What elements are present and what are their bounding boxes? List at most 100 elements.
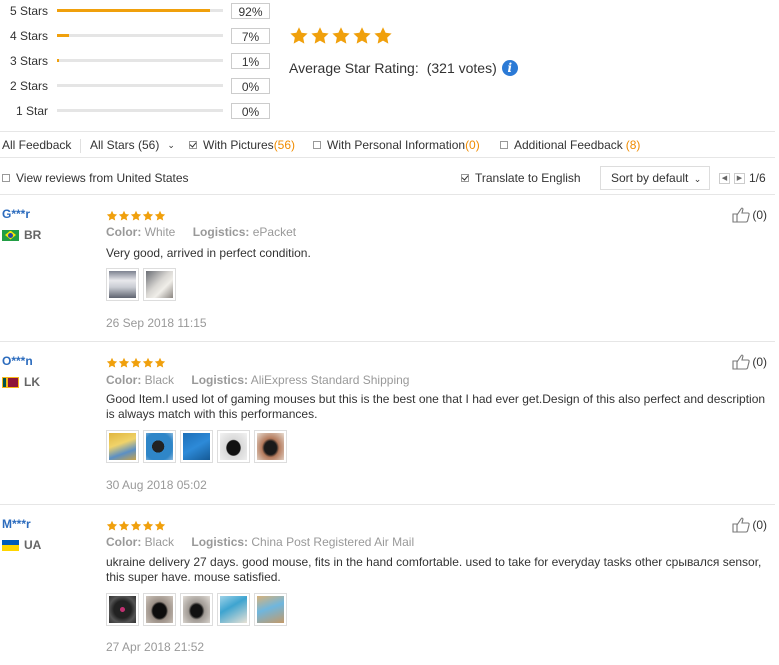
review-stars — [106, 210, 166, 222]
rating-bar-5[interactable] — [57, 9, 223, 12]
average-rating-label: Average Star Rating: — [289, 60, 419, 76]
rating-label-2[interactable]: 2 Stars — [0, 79, 48, 93]
page-indicator: 1/6 — [749, 171, 766, 185]
all-stars-label: All Stars (56) — [90, 138, 160, 152]
filter-all-feedback[interactable]: All Feedback — [2, 138, 71, 152]
review-photo-thumbnail[interactable] — [180, 593, 213, 626]
star-icon — [106, 357, 118, 368]
helpful-count: (0) — [752, 355, 767, 369]
country-code: BR — [24, 228, 42, 242]
rating-bar-2[interactable] — [57, 84, 223, 87]
review-photo-thumbnail[interactable] — [254, 593, 287, 626]
review-photo-thumbnail[interactable] — [180, 430, 213, 463]
review-stars — [106, 357, 166, 369]
rating-percent-5: 92% — [231, 3, 270, 19]
average-stars — [289, 26, 393, 50]
additional-feedback-label: Additional Feedback — [514, 138, 623, 152]
helpful-count: (0) — [752, 208, 767, 222]
divider — [80, 139, 81, 153]
star-icon — [154, 520, 166, 531]
color-value: White — [144, 225, 176, 239]
color-label: Color: — [106, 373, 142, 387]
star-icon — [142, 357, 154, 368]
rating-label-5[interactable]: 5 Stars — [0, 4, 48, 18]
country-code: LK — [24, 375, 40, 389]
star-icon — [130, 210, 142, 221]
rating-bar-3[interactable] — [57, 59, 223, 62]
review-photo-thumbnail[interactable] — [143, 593, 176, 626]
view-us-option[interactable]: View reviews from United States — [2, 171, 189, 185]
filter-with-pictures[interactable]: With Pictures (56) — [189, 138, 295, 152]
thumbs-up-icon — [732, 517, 751, 533]
rating-label-4[interactable]: 4 Stars — [0, 29, 48, 43]
rating-bar-1[interactable] — [57, 109, 223, 112]
review-date: 30 Aug 2018 05:02 — [106, 478, 207, 492]
translate-checkbox[interactable] — [461, 174, 469, 182]
with-pictures-label: With Pictures — [203, 138, 274, 152]
helpful-button[interactable]: (0) — [732, 354, 767, 370]
sort-dropdown[interactable]: Sort by default ⌄ — [600, 166, 710, 190]
rating-label-3[interactable]: 3 Stars — [0, 54, 48, 68]
view-us-checkbox[interactable] — [2, 174, 10, 182]
next-page-button[interactable]: ▶ — [734, 173, 745, 184]
reviewer-country: BR — [2, 228, 41, 242]
color-label: Color: — [106, 225, 142, 239]
additional-feedback-checkbox[interactable] — [500, 141, 508, 149]
review-photo-thumbnail[interactable] — [106, 268, 139, 301]
chevron-down-icon: ⌄ — [167, 139, 175, 150]
additional-feedback-count: (8) — [625, 138, 641, 152]
with-pictures-count: (56) — [273, 138, 296, 152]
reviewer-name[interactable]: O***n — [2, 354, 33, 368]
star-icon — [118, 520, 130, 531]
star-icon — [332, 27, 350, 44]
review-stars — [106, 520, 166, 532]
logistics-label: Logistics: — [191, 535, 249, 549]
star-icon — [154, 210, 166, 221]
review-photo-thumbnail[interactable] — [106, 430, 139, 463]
personal-info-label: With Personal Information — [327, 138, 466, 152]
rating-bar-4[interactable] — [57, 34, 223, 37]
logistics-value: AliExpress Standard Shipping — [250, 373, 410, 387]
rating-percent-1: 0% — [231, 103, 270, 119]
helpful-button[interactable]: (0) — [732, 517, 767, 533]
review-text: Very good, arrived in perfect condition. — [106, 246, 311, 260]
rating-percent-2: 0% — [231, 78, 270, 94]
star-icon — [118, 210, 130, 221]
translate-option[interactable]: Translate to English — [461, 171, 581, 185]
rating-percent-4: 7% — [231, 28, 270, 44]
review-text: ukraine delivery 27 days. good mouse, fi… — [106, 555, 762, 584]
review-date: 27 Apr 2018 21:52 — [106, 640, 205, 654]
personal-info-checkbox[interactable] — [313, 141, 321, 149]
flag-ukraine-icon — [2, 539, 19, 551]
filter-all-stars-dropdown[interactable]: All Stars (56) ⌄ — [90, 138, 175, 152]
star-icon — [142, 520, 154, 531]
reviewer-name[interactable]: G***r — [2, 207, 30, 221]
helpful-button[interactable]: (0) — [732, 207, 767, 223]
reviewer-country: LK — [2, 375, 40, 389]
view-us-label: View reviews from United States — [16, 171, 189, 185]
logistics-label: Logistics: — [192, 225, 250, 239]
star-icon — [374, 27, 392, 44]
info-icon[interactable]: i — [501, 60, 518, 76]
star-icon — [353, 27, 371, 44]
review-photo-thumbnail[interactable] — [217, 593, 250, 626]
review-photo-thumbnail[interactable] — [106, 593, 139, 626]
review-photo-thumbnail[interactable] — [254, 430, 287, 463]
star-icon — [106, 210, 118, 221]
rating-label-1[interactable]: 1 Star — [0, 104, 48, 118]
divider — [0, 341, 775, 342]
review-photo-thumbnail[interactable] — [143, 430, 176, 463]
review-date: 26 Sep 2018 11:15 — [106, 316, 207, 330]
prev-page-button[interactable]: ◀ — [719, 173, 730, 184]
star-icon — [130, 520, 142, 531]
personal-info-count: (0) — [465, 138, 480, 152]
review-photo-thumbnail[interactable] — [217, 430, 250, 463]
review-photo-thumbnail[interactable] — [143, 268, 176, 301]
review-text: Good Item.I used lot of gaming mouses bu… — [106, 392, 766, 421]
filter-additional-feedback[interactable]: Additional Feedback (8) — [500, 138, 640, 152]
with-pictures-checkbox[interactable] — [189, 141, 197, 149]
reviewer-name[interactable]: M***r — [2, 517, 31, 531]
filter-bar: All Feedback All Stars (56) ⌄ With Pictu… — [0, 131, 775, 158]
flag-brazil-icon — [2, 229, 19, 241]
filter-personal-info[interactable]: With Personal Information (0) — [313, 138, 480, 152]
